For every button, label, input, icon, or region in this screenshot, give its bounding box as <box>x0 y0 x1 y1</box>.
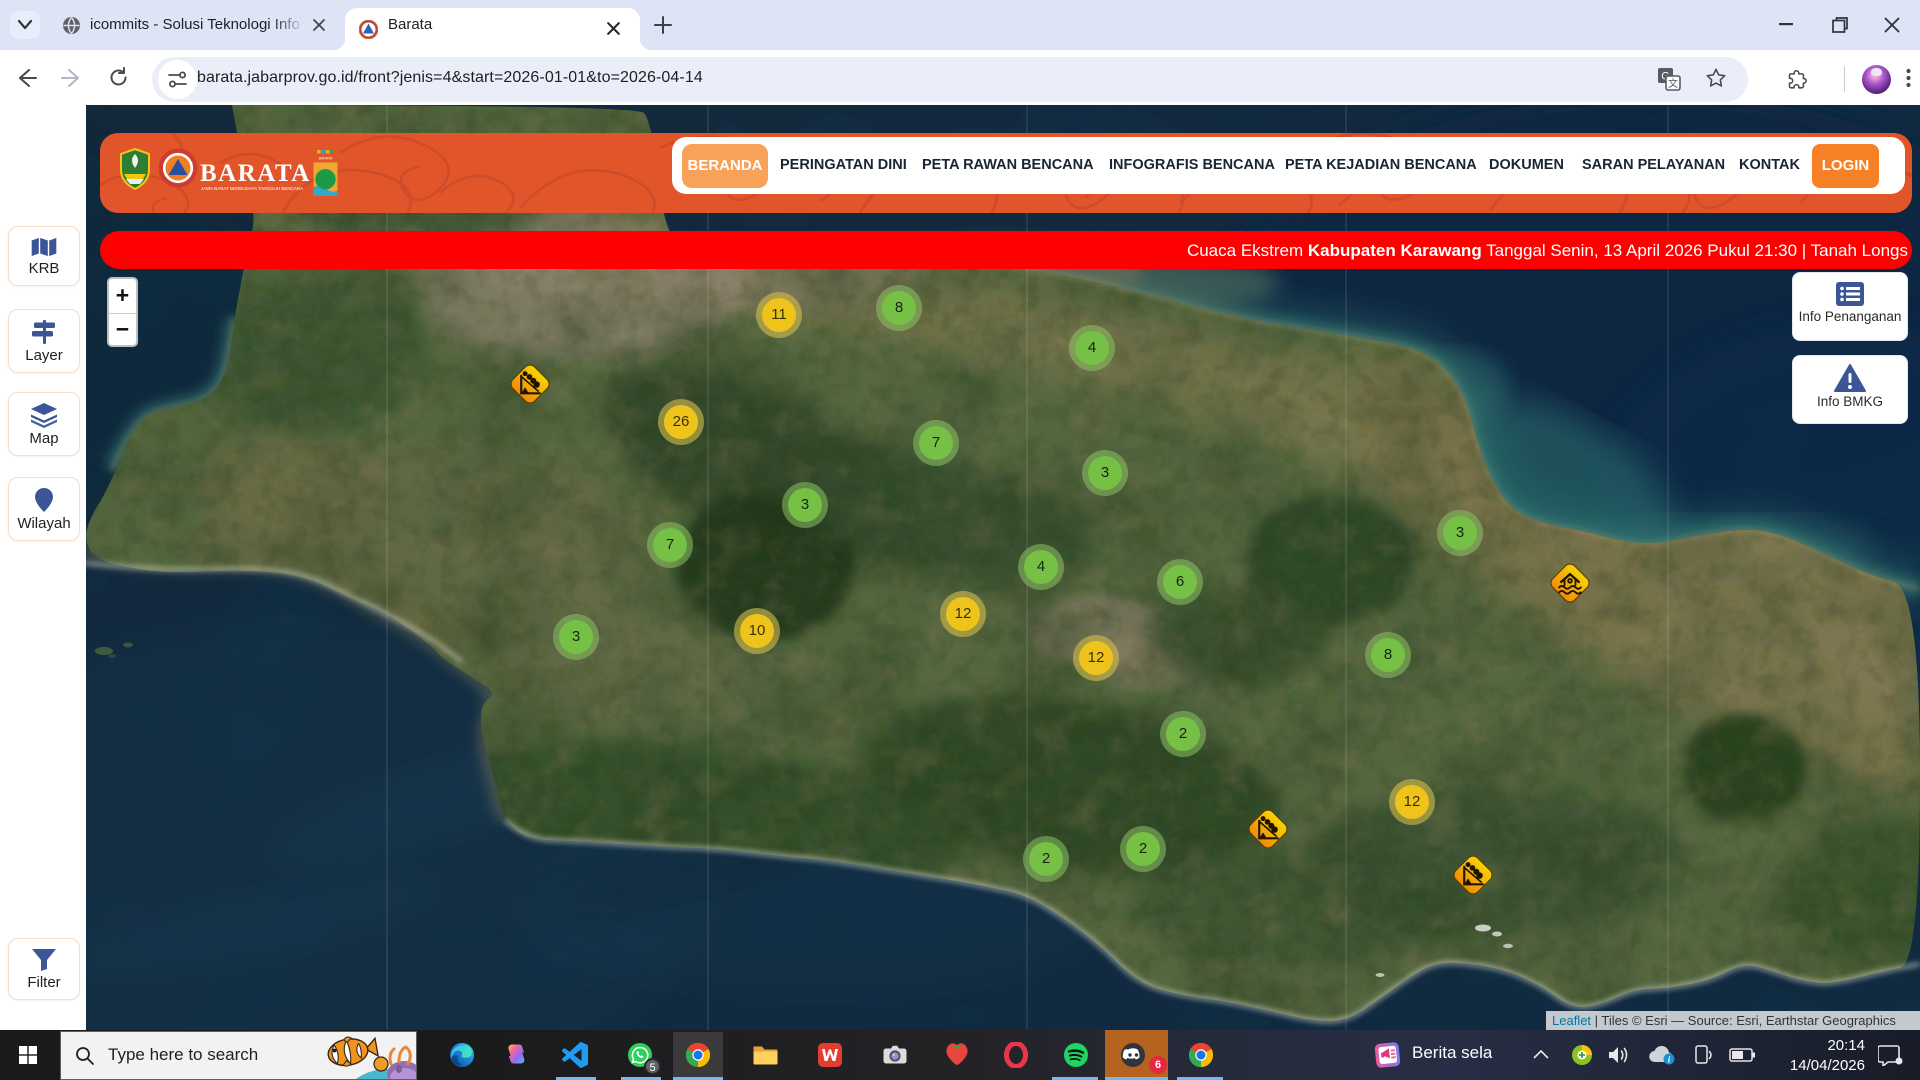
svg-text:BARATA: BARATA <box>319 156 333 160</box>
svg-text:文: 文 <box>1668 77 1678 90</box>
